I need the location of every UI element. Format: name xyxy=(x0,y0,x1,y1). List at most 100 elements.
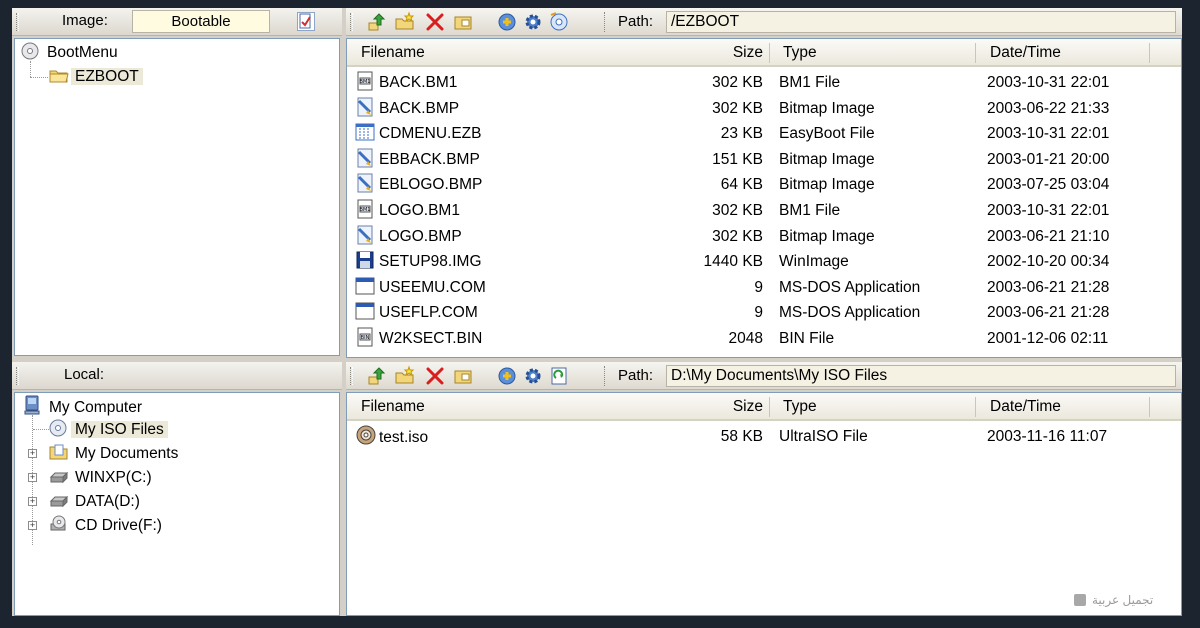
column-divider[interactable] xyxy=(1149,43,1150,63)
bitmap-file-icon xyxy=(355,225,375,245)
image-type-field[interactable]: Bootable xyxy=(132,10,270,33)
tree-connector xyxy=(33,429,49,430)
new-folder-icon[interactable] xyxy=(394,11,416,33)
boot-cd-icon[interactable] xyxy=(548,11,570,33)
column-type[interactable]: Type xyxy=(783,393,817,421)
file-row[interactable]: BM1 LOGO.BM1 302 KB BM1 File 2003-10-31 22:0… xyxy=(347,198,1181,224)
column-divider[interactable] xyxy=(975,397,976,417)
path-label: Path: xyxy=(618,13,654,30)
file-name-cell: BM1 LOGO.BM1 xyxy=(355,198,460,223)
file-name: USEFLP.COM xyxy=(379,304,478,322)
tree-node-cd-drive-f[interactable]: CD Drive(F:) xyxy=(49,515,166,537)
expand-icon[interactable]: + xyxy=(28,521,37,530)
file-datetime: 2003-07-25 03:04 xyxy=(987,176,1110,194)
image-panel-bar: Image: Bootable xyxy=(12,8,342,36)
file-row[interactable]: BM1 BACK.BM1 302 KB BM1 File 2003-10-31 22:0… xyxy=(347,70,1181,96)
tree-node-ezboot[interactable]: EZBOOT xyxy=(49,66,143,88)
file-size: 58 KB xyxy=(720,428,763,445)
expand-icon[interactable]: + xyxy=(28,449,37,458)
refresh-icon[interactable] xyxy=(548,365,570,387)
tree-node-my-documents[interactable]: My Documents xyxy=(49,443,182,465)
file-type: BM1 File xyxy=(779,74,841,91)
bitmap-file-icon xyxy=(355,97,375,117)
file-row[interactable]: test.iso 58 KB UltraISO File 2003-11-16 11:… xyxy=(347,424,1181,450)
file-name: test.iso xyxy=(379,429,429,446)
gear-icon[interactable] xyxy=(522,11,544,33)
column-divider[interactable] xyxy=(975,43,976,63)
dos-app-icon xyxy=(355,301,375,321)
file-row[interactable]: EBLOGO.BMP 64 KB Bitmap Image 2003-07-25 03… xyxy=(347,172,1181,198)
properties-icon[interactable] xyxy=(496,11,518,33)
toolbar-separator xyxy=(604,12,605,32)
file-row[interactable]: USEEMU.COM 9 MS-DOS Application 2003-06-21 … xyxy=(347,275,1181,301)
tree-node-my-computer[interactable]: My Computer xyxy=(23,395,146,417)
file-size: 302 KB xyxy=(712,74,763,91)
image-panel: Image: Bootable BootMenu EZBOOT xyxy=(12,8,342,358)
column-size[interactable]: Size xyxy=(733,39,763,67)
toolbar-grip[interactable] xyxy=(16,13,19,31)
toolbar-grip[interactable] xyxy=(350,13,353,31)
file-type: Bitmap Image xyxy=(779,150,875,168)
tree-node-my-iso-files[interactable]: My ISO Files xyxy=(49,419,168,441)
bin-file-icon: BIN xyxy=(355,327,375,347)
toolbar-grip[interactable] xyxy=(16,367,19,385)
local-tree: My Computer My ISO Files + My Documents … xyxy=(14,392,340,616)
gear-icon[interactable] xyxy=(522,365,544,387)
image-list-header: Filename Size Type Date/Time xyxy=(347,39,1181,67)
file-type: Bitmap Image xyxy=(779,176,875,194)
file-row[interactable]: EBBACK.BMP 151 KB Bitmap Image 2003-01-21 2… xyxy=(347,147,1181,173)
file-row[interactable]: USEFLP.COM 9 MS-DOS Application 2003-06-21 … xyxy=(347,300,1181,326)
new-folder-icon[interactable] xyxy=(394,365,416,387)
file-type: Bitmap Image xyxy=(779,227,875,245)
column-type[interactable]: Type xyxy=(783,39,817,67)
file-row[interactable]: CDMENU.EZB 23 KB EasyBoot File 2003-10-31 2… xyxy=(347,121,1181,147)
expand-icon[interactable]: + xyxy=(28,497,37,506)
column-divider[interactable] xyxy=(769,397,770,417)
file-row[interactable]: SETUP98.IMG 1440 KB WinImage 2002-10-20 00:… xyxy=(347,249,1181,275)
file-datetime: 2003-06-22 21:33 xyxy=(987,99,1110,117)
watermark-text: تجميل عربية xyxy=(1092,593,1154,607)
column-filename[interactable]: Filename xyxy=(361,393,425,421)
image-path-input[interactable]: /EZBOOT xyxy=(666,11,1176,33)
file-row[interactable]: BIN W2KSECT.BIN 2048 BIN File 2001-12-06 02:… xyxy=(347,326,1181,352)
file-row[interactable]: LOGO.BMP 302 KB Bitmap Image 2003-06-21 21:… xyxy=(347,224,1181,250)
file-row[interactable]: BACK.BMP 302 KB Bitmap Image 2003-06-22 21:… xyxy=(347,96,1181,122)
column-datetime[interactable]: Date/Time xyxy=(990,393,1061,421)
local-list-header: Filename Size Type Date/Time xyxy=(347,393,1181,421)
add-to-image-icon[interactable] xyxy=(366,365,388,387)
file-name: CDMENU.EZB xyxy=(379,125,482,143)
toolbar-separator xyxy=(604,366,605,386)
expand-icon[interactable]: + xyxy=(28,473,37,482)
file-name: EBLOGO.BMP xyxy=(379,176,483,194)
file-type: MS-DOS Application xyxy=(779,304,921,322)
rename-icon[interactable] xyxy=(452,11,474,33)
delete-icon[interactable] xyxy=(424,11,446,33)
column-divider[interactable] xyxy=(769,43,770,63)
tree-node-data-d[interactable]: DATA(D:) xyxy=(49,491,144,513)
file-size: 151 KB xyxy=(712,150,763,168)
extract-up-icon[interactable] xyxy=(366,11,388,33)
local-label: Local: xyxy=(64,366,105,383)
column-datetime[interactable]: Date/Time xyxy=(990,39,1061,67)
file-type: UltraISO File xyxy=(779,428,868,445)
bitmap-file-icon xyxy=(355,148,375,168)
tree-node-winxp-c[interactable]: WINXP(C:) xyxy=(49,467,156,489)
tree-connector xyxy=(30,61,31,77)
rename-icon[interactable] xyxy=(452,365,474,387)
bootable-check-icon[interactable] xyxy=(297,12,315,31)
hard-drive-icon xyxy=(49,470,69,486)
file-datetime: 2003-06-21 21:28 xyxy=(987,304,1110,322)
file-datetime: 2001-12-06 02:11 xyxy=(987,330,1109,347)
column-divider[interactable] xyxy=(1149,397,1150,417)
column-size[interactable]: Size xyxy=(733,393,763,421)
local-path-input[interactable]: D:\My Documents\My ISO Files xyxy=(666,365,1176,387)
delete-icon[interactable] xyxy=(424,365,446,387)
file-name-cell: BACK.BMP xyxy=(355,96,459,121)
file-name: EBBACK.BMP xyxy=(379,150,480,168)
properties-icon[interactable] xyxy=(496,365,518,387)
toolbar-grip[interactable] xyxy=(350,367,353,385)
file-name-cell: CDMENU.EZB xyxy=(355,121,481,146)
tree-node-bootmenu[interactable]: BootMenu xyxy=(21,42,122,64)
file-type: MS-DOS Application xyxy=(779,278,921,296)
column-filename[interactable]: Filename xyxy=(361,39,425,67)
